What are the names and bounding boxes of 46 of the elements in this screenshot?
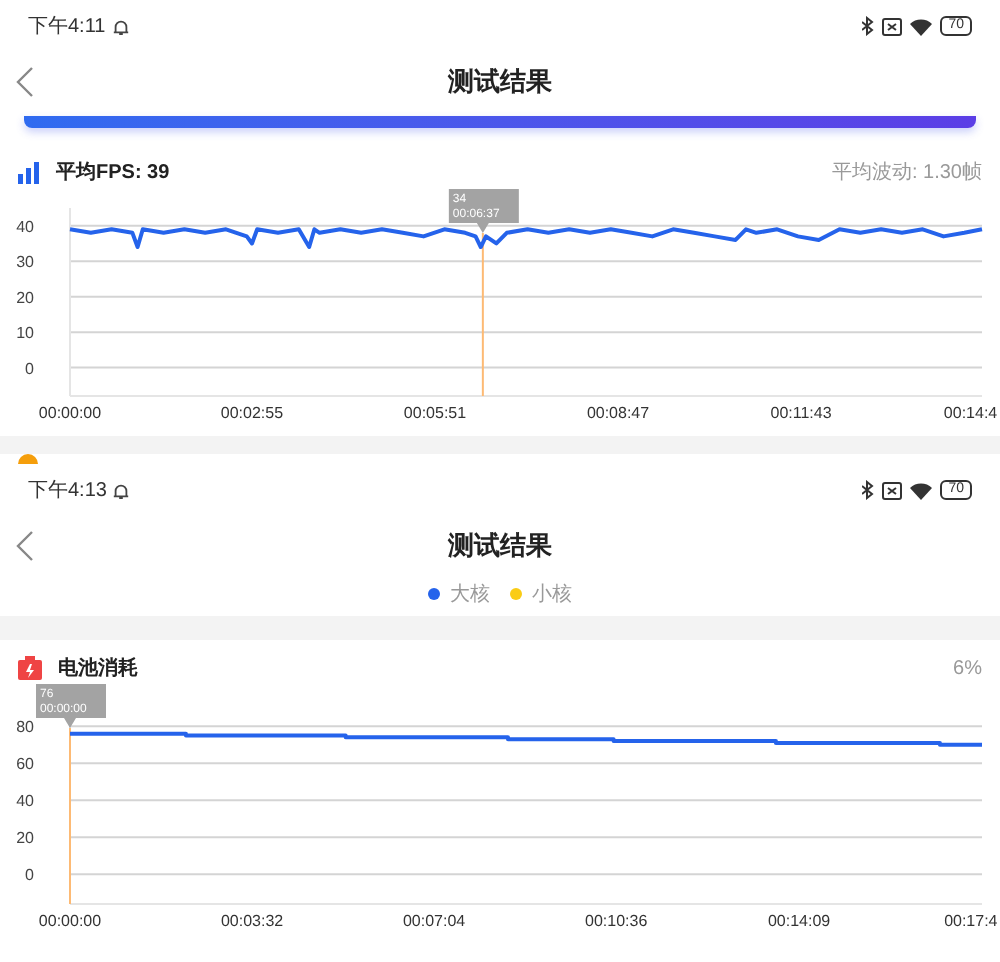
x-tick-label: 00:05:51 (403, 404, 467, 422)
bluetooth-icon (862, 480, 875, 500)
y-tick-label: 40 (16, 792, 34, 811)
status-time: 下午4:13 (28, 477, 107, 505)
y-tick-label: 20 (16, 829, 34, 848)
y-tick-label: 40 (16, 217, 34, 236)
status-time: 下午4:11 (28, 13, 106, 41)
bell-icon (112, 481, 131, 499)
x-tick-label: 00:14:09 (767, 912, 831, 930)
x-tick-label: 00:03:32 (220, 912, 284, 930)
section-value: 6% (953, 655, 982, 683)
back-icon[interactable] (16, 530, 34, 562)
tooltip (448, 189, 519, 233)
x-tick-label: 00:17:4 (944, 912, 998, 930)
battery-icon (18, 656, 42, 680)
wifi-icon (910, 17, 933, 35)
x-tick-label: 00:08:47 (586, 404, 650, 422)
y-tick-label: 0 (25, 359, 34, 378)
x-tick-label: 00:00:00 (38, 404, 102, 422)
legend-label: 大核 (450, 581, 490, 609)
bluetooth-icon (862, 16, 875, 36)
bar-chart-icon (18, 161, 40, 183)
y-tick-label: 20 (16, 288, 34, 307)
section-value: 平均波动: 1.30帧 (831, 159, 982, 187)
legend-label: 小核 (532, 581, 572, 609)
sim-icon (882, 481, 903, 499)
y-tick-label: 30 (16, 253, 34, 272)
x-tick-label: 00:11:43 (770, 404, 832, 422)
back-icon[interactable] (16, 66, 34, 98)
x-tick-label: 00:14:4 (943, 404, 998, 422)
tooltip (36, 684, 106, 728)
bell-icon (111, 17, 130, 35)
y-tick-label: 60 (16, 755, 34, 774)
x-tick-label: 00:07:04 (402, 912, 466, 930)
page-title: 测试结果 (448, 64, 552, 101)
section-title: 电池消耗 (58, 655, 138, 683)
y-tick-label: 0 (25, 866, 34, 885)
y-tick-label: 80 (16, 718, 34, 737)
sim-icon (882, 17, 903, 35)
x-tick-label: 00:10:36 (585, 912, 648, 930)
y-tick-label: 10 (16, 324, 34, 343)
x-tick-label: 00:00:00 (38, 912, 102, 930)
wifi-icon (910, 481, 933, 499)
x-tick-label: 00:02:55 (220, 404, 284, 422)
section-title: 平均FPS: 39 (56, 159, 170, 187)
page-title: 测试结果 (448, 528, 552, 565)
